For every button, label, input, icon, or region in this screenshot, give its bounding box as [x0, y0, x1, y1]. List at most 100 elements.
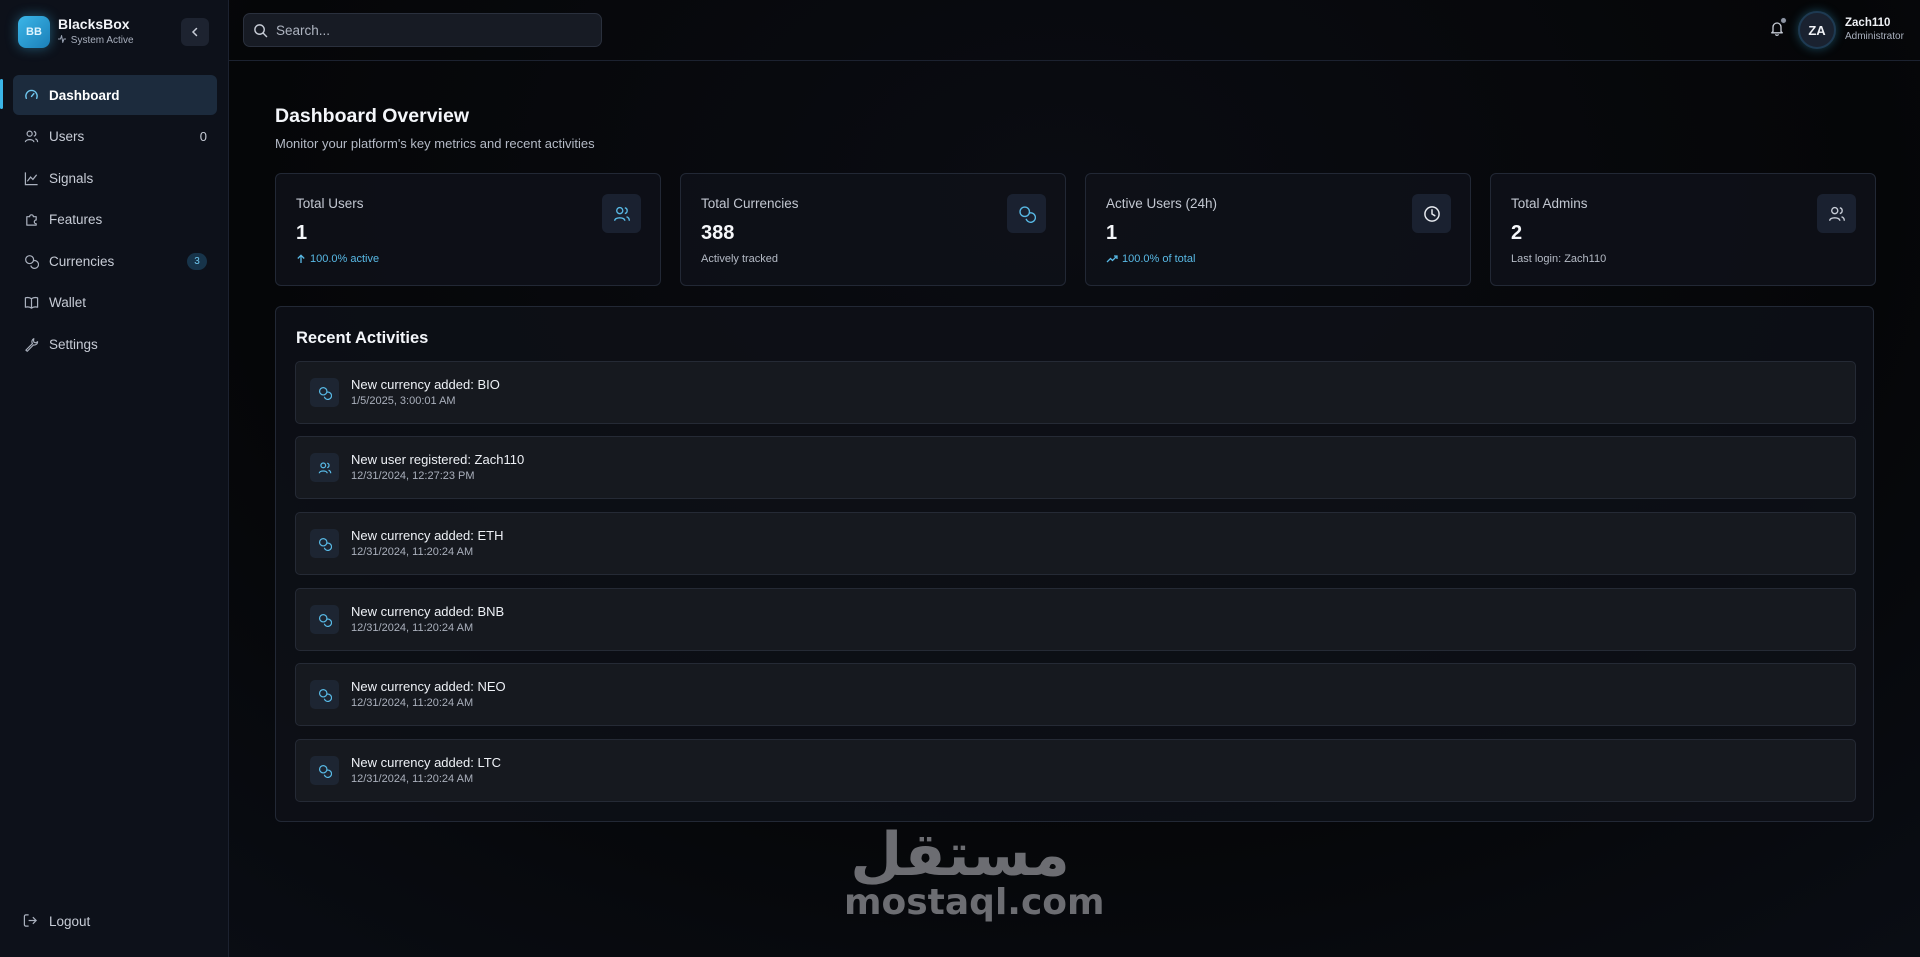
activity-text: New user registered: Zach110 12/31/2024,… — [351, 451, 524, 484]
activity-title: New currency added: NEO — [351, 679, 506, 694]
users-icon — [602, 194, 641, 233]
logout-button[interactable]: Logout — [23, 913, 90, 929]
list-item[interactable]: New user registered: Zach110 12/31/2024,… — [295, 436, 1856, 499]
sidebar-item-label: Signals — [49, 170, 94, 186]
sidebar-item-dashboard[interactable]: Dashboard — [13, 75, 217, 115]
activity-title: New user registered: Zach110 — [351, 452, 525, 467]
stat-card-active-users: Active Users (24h) 1 100.0% of total — [1085, 173, 1471, 286]
recent-activities-panel: Recent Activities New currency added: BI… — [275, 306, 1874, 822]
sidebar-item-settings[interactable]: Settings — [13, 324, 217, 364]
stat-label: Active Users (24h) — [1106, 196, 1218, 211]
trending-up-icon — [1106, 255, 1118, 263]
stat-label: Total Currencies — [701, 196, 799, 211]
stat-foot: Last login: Zach110 — [1511, 253, 1607, 265]
watermark-latin: mostaql.com — [844, 882, 1105, 923]
users-icon — [23, 129, 39, 145]
clock-icon — [1412, 194, 1451, 233]
activity-text: New currency added: BNB 12/31/2024, 11:2… — [351, 603, 504, 636]
sidebar-item-wallet[interactable]: Wallet — [13, 283, 217, 323]
logout-label: Logout — [49, 913, 91, 929]
activity-text: New currency added: BIO 1/5/2025, 3:00:0… — [351, 376, 500, 409]
activity-title: New currency added: LTC — [351, 755, 502, 770]
sidebar: BB BlacksBox System Active Dashboard Use… — [0, 0, 229, 957]
list-item[interactable]: New currency added: NEO 12/31/2024, 11:2… — [295, 663, 1856, 726]
search-input[interactable] — [276, 22, 576, 38]
user-role: Administrator — [1845, 31, 1904, 42]
currencies-badge: 3 — [187, 252, 207, 270]
system-status: System Active — [58, 33, 134, 48]
gauge-icon — [23, 87, 39, 103]
stat-foot: 100.0% active — [296, 253, 379, 265]
activity-title: New currency added: ETH — [351, 528, 504, 543]
activity-time: 12/31/2024, 11:20:24 AM — [351, 546, 474, 558]
sidebar-item-features[interactable]: Features — [13, 200, 217, 240]
brand-logo: BB — [18, 16, 50, 48]
sidebar-item-currencies[interactable]: Currencies 3 — [13, 241, 217, 281]
sidebar-item-users[interactable]: Users 0 — [13, 117, 217, 157]
wrench-icon — [23, 336, 39, 352]
book-open-icon — [23, 295, 39, 311]
stat-card-total-currencies: Total Currencies 388 Actively tracked — [680, 173, 1066, 286]
sidebar-item-label: Features — [49, 212, 103, 227]
activity-text: New currency added: ETH 12/31/2024, 11:2… — [351, 527, 503, 560]
stat-value: 1 — [1106, 222, 1118, 244]
activity-title: New currency added: BIO — [351, 377, 500, 392]
avatar[interactable]: ZA — [1798, 11, 1836, 49]
coins-icon — [23, 253, 39, 269]
activity-text: New currency added: NEO 12/31/2024, 11:2… — [351, 678, 506, 711]
activity-time: 12/31/2024, 11:20:24 AM — [351, 697, 474, 709]
brand-name: BlacksBox — [58, 16, 130, 32]
search-icon — [254, 23, 268, 37]
activity-pulse-icon — [58, 33, 69, 46]
topbar: ZA Zach110 Administrator — [229, 0, 1920, 61]
stat-card-total-admins: Total Admins 2 Last login: Zach110 — [1490, 173, 1876, 286]
coins-icon — [310, 529, 339, 558]
chevron-left-icon — [191, 27, 198, 37]
list-item[interactable]: New currency added: BNB 12/31/2024, 11:2… — [295, 588, 1856, 651]
coins-icon — [310, 605, 339, 634]
list-item[interactable]: New currency added: ETH 12/31/2024, 11:2… — [295, 512, 1856, 575]
watermark: مستقل mostaql.com — [844, 820, 1105, 923]
sidebar-item-label: Dashboard — [49, 87, 120, 103]
logout-icon — [23, 913, 39, 929]
watermark-arabic: مستقل — [850, 820, 1070, 890]
active-nav-marker — [0, 79, 3, 109]
stat-value: 388 — [701, 222, 735, 244]
coins-icon — [310, 756, 339, 785]
stat-label: Total Admins — [1511, 196, 1588, 211]
recent-activities-title: Recent Activities — [296, 329, 429, 347]
stat-value: 2 — [1511, 222, 1523, 244]
list-item[interactable]: New currency added: LTC 12/31/2024, 11:2… — [295, 739, 1856, 802]
brand[interactable]: BB BlacksBox System Active — [18, 15, 134, 49]
collapse-sidebar-button[interactable] — [181, 18, 209, 46]
stat-label: Total Users — [296, 196, 364, 211]
user-info[interactable]: Zach110 Administrator — [1845, 16, 1904, 44]
activity-time: 12/31/2024, 11:20:24 AM — [351, 622, 474, 634]
chart-line-icon — [23, 170, 39, 186]
activity-time: 12/31/2024, 11:20:24 AM — [351, 773, 474, 785]
user-name: Zach110 — [1845, 17, 1891, 29]
page-subtitle: Monitor your platform's key metrics and … — [275, 136, 595, 151]
coins-icon — [310, 378, 339, 407]
stat-foot: Actively tracked — [701, 253, 779, 265]
users-icon — [1817, 194, 1856, 233]
activity-title: New currency added: BNB — [351, 604, 505, 619]
stat-value: 1 — [296, 222, 308, 244]
users-count: 0 — [199, 129, 207, 144]
sidebar-nav: Dashboard Users 0 Signals Features Curre… — [13, 75, 217, 366]
notification-dot — [1780, 17, 1787, 24]
coins-icon — [1007, 194, 1046, 233]
arrow-up-icon — [297, 254, 305, 263]
stat-foot-text: 100.0% of total — [1122, 253, 1196, 265]
sidebar-item-label: Wallet — [49, 295, 87, 310]
activity-text: New currency added: LTC 12/31/2024, 11:2… — [351, 754, 501, 787]
stat-foot: 100.0% of total — [1106, 253, 1195, 265]
list-item[interactable]: New currency added: BIO 1/5/2025, 3:00:0… — [295, 361, 1856, 424]
page-title: Dashboard Overview — [275, 105, 469, 127]
system-status-label: System Active — [70, 35, 134, 46]
sidebar-item-label: Currencies — [49, 253, 115, 269]
sidebar-item-signals[interactable]: Signals — [13, 158, 217, 198]
search-box[interactable] — [243, 13, 602, 47]
puzzle-icon — [23, 212, 39, 228]
sidebar-item-label: Users — [49, 129, 85, 144]
